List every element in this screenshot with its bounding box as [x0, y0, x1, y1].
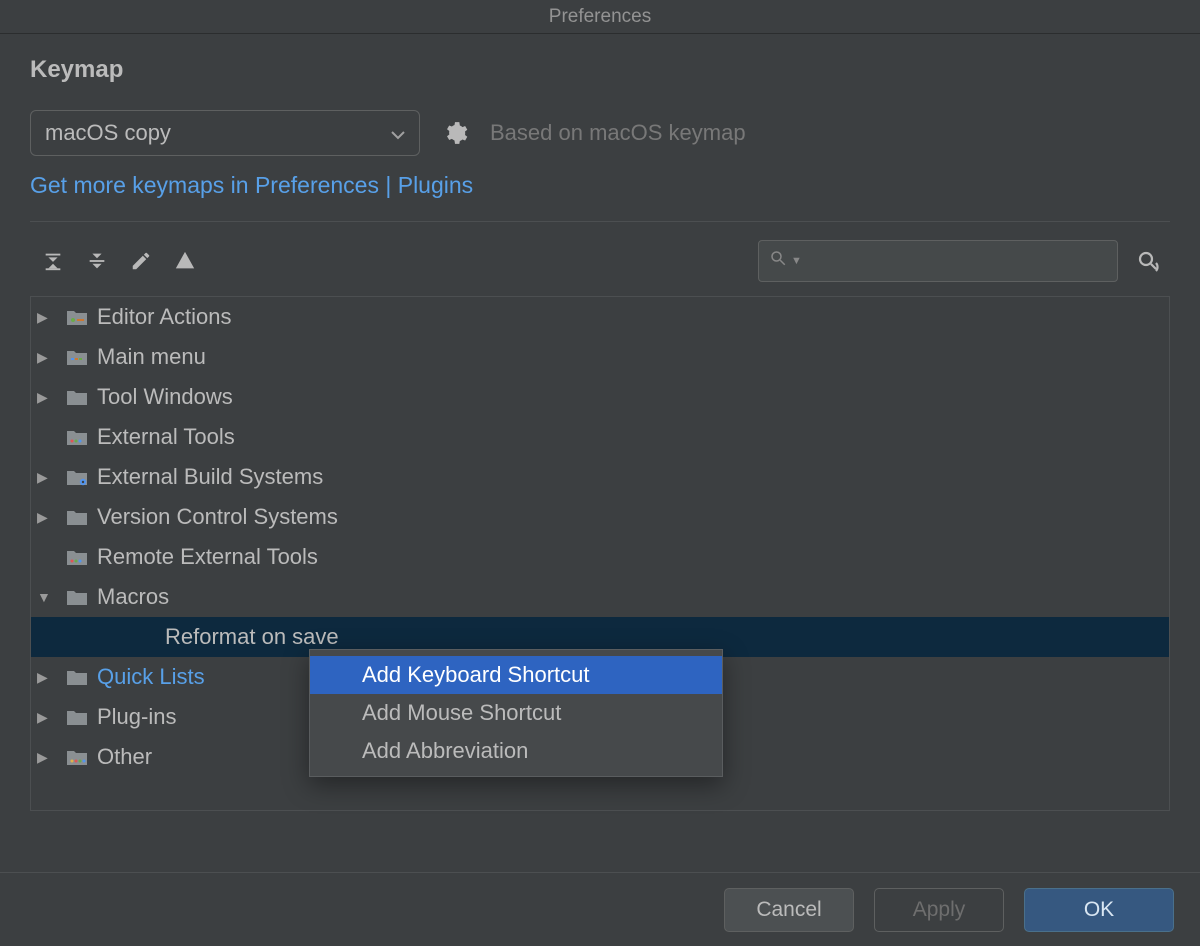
tree-item-label: External Build Systems	[97, 464, 323, 490]
ok-button[interactable]: OK	[1024, 888, 1174, 932]
based-on-label: Based on macOS keymap	[490, 120, 746, 146]
tree-folder[interactable]: ▶ Tool Windows	[31, 377, 1169, 417]
window-title: Preferences	[549, 6, 651, 28]
tree-item-label: Main menu	[97, 344, 206, 370]
gear-icon[interactable]	[442, 120, 468, 146]
divider	[30, 221, 1170, 222]
context-menu-item[interactable]: Add Keyboard Shortcut	[310, 656, 722, 694]
search-chevron-icon: ▼	[791, 255, 802, 267]
get-more-keymaps-link[interactable]: Get more keymaps in Preferences | Plugin…	[30, 172, 1170, 199]
folder-icon	[65, 347, 89, 367]
dialog-footer: Cancel Apply OK	[0, 872, 1200, 946]
chevron-down-icon	[391, 120, 405, 146]
folder-icon	[65, 427, 89, 447]
search-input[interactable]	[806, 251, 1107, 272]
arrow-right-icon: ▶	[37, 389, 57, 406]
arrow-right-icon: ▶	[37, 749, 57, 766]
folder-icon	[65, 587, 89, 607]
context-menu-item[interactable]: Add Mouse Shortcut	[310, 694, 722, 732]
tree-folder[interactable]: ▶ Main menu	[31, 337, 1169, 377]
arrow-right-icon: ▶	[37, 349, 57, 366]
keymap-dropdown-value: macOS copy	[45, 120, 171, 146]
keymap-dropdown[interactable]: macOS copy	[30, 110, 420, 156]
context-menu: Add Keyboard ShortcutAdd Mouse ShortcutA…	[309, 649, 723, 777]
warning-icon[interactable]	[174, 250, 196, 272]
tree-folder[interactable]: ▼ Macros	[31, 577, 1169, 617]
tree-item-label: Quick Lists	[97, 664, 205, 690]
folder-icon	[65, 307, 89, 327]
folder-icon	[65, 747, 89, 767]
expand-all-icon[interactable]	[42, 250, 64, 272]
arrow-right-icon: ▶	[37, 509, 57, 526]
tree-item-label: Other	[97, 744, 152, 770]
search-icon	[769, 249, 787, 273]
folder-icon	[65, 667, 89, 687]
tree-folder[interactable]: ▶ Editor Actions	[31, 297, 1169, 337]
context-menu-item[interactable]: Add Abbreviation	[310, 732, 722, 770]
tree-item-label: Macros	[97, 584, 169, 610]
find-by-shortcut-icon[interactable]	[1136, 249, 1160, 273]
arrow-right-icon: ▶	[37, 309, 57, 326]
tree-folder[interactable]: External Tools	[31, 417, 1169, 457]
keymap-tree: ▶ Editor Actions ▶ Main menu ▶ Tool Windows Ex…	[30, 296, 1170, 811]
tree-item-label: Tool Windows	[97, 384, 233, 410]
tree-item-label: Reformat on save	[165, 624, 339, 650]
collapse-all-icon[interactable]	[86, 250, 108, 272]
folder-icon	[65, 507, 89, 527]
apply-button[interactable]: Apply	[874, 888, 1004, 932]
cancel-button[interactable]: Cancel	[724, 888, 854, 932]
tree-item-label: Version Control Systems	[97, 504, 338, 530]
folder-icon	[65, 387, 89, 407]
tree-item-label: Plug-ins	[97, 704, 176, 730]
window-titlebar: Preferences	[0, 0, 1200, 34]
tree-item-label: External Tools	[97, 424, 235, 450]
tree-folder[interactable]: Remote External Tools	[31, 537, 1169, 577]
edit-icon[interactable]	[130, 250, 152, 272]
folder-icon	[65, 467, 89, 487]
tree-item-label: Remote External Tools	[97, 544, 318, 570]
folder-icon	[65, 707, 89, 727]
arrow-right-icon: ▶	[37, 469, 57, 486]
arrow-down-icon: ▼	[37, 589, 57, 605]
arrow-right-icon: ▶	[37, 709, 57, 726]
tree-folder[interactable]: ▶ External Build Systems	[31, 457, 1169, 497]
arrow-right-icon: ▶	[37, 669, 57, 686]
tree-item-label: Editor Actions	[97, 304, 232, 330]
search-input-container[interactable]: ▼	[758, 240, 1118, 282]
folder-icon	[65, 547, 89, 567]
section-title: Keymap	[30, 56, 1170, 84]
tree-folder[interactable]: ▶ Version Control Systems	[31, 497, 1169, 537]
